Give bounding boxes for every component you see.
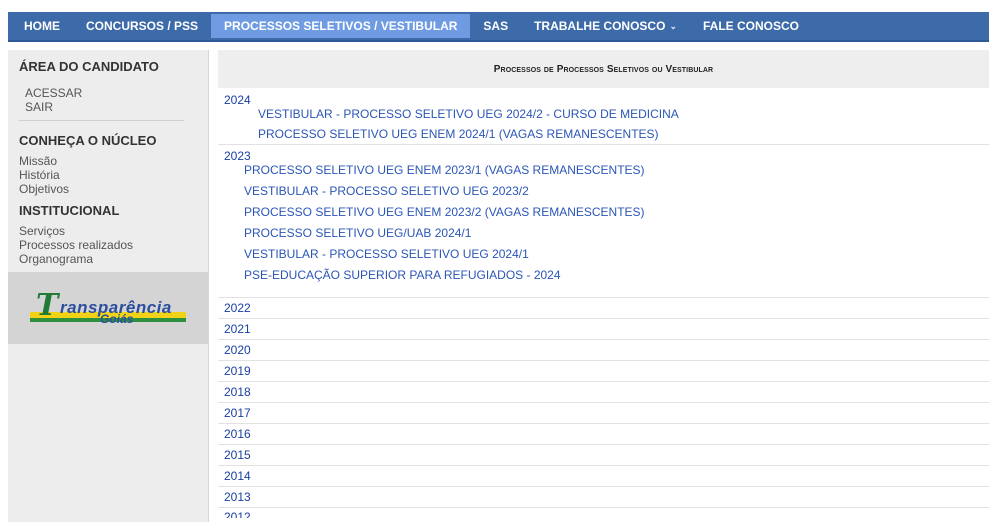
login-link[interactable]: ACESSAR (19, 86, 197, 100)
nav-home[interactable]: HOME (8, 12, 73, 40)
year-row-2014: 2014 (218, 466, 989, 487)
year-link[interactable]: 2015 (218, 448, 251, 462)
year-link[interactable]: 2014 (218, 469, 251, 483)
nav-trabalhe-conosco[interactable]: TRABALHE CONOSCO ⌄ (521, 12, 690, 40)
process-link[interactable]: PROCESSO SELETIVO UEG ENEM 2023/2 (VAGAS… (218, 202, 989, 223)
chevron-down-icon: ⌄ (669, 20, 677, 31)
year-block-2023: 2023 PROCESSO SELETIVO UEG ENEM 2023/1 (… (218, 145, 989, 298)
year-row-2017: 2017 (218, 403, 989, 424)
missao-link[interactable]: Missão (19, 154, 197, 168)
page-title: Processos de Processos Seletivos ou Vest… (218, 50, 989, 88)
logo-word-goias: Goiás (100, 312, 134, 326)
institucional-title: INSTITUCIONAL (19, 203, 120, 218)
nav-fale-conosco[interactable]: FALE CONOSCO (690, 12, 812, 40)
sidebar: ÁREA DO CANDIDATO ACESSAR SAIR CONHEÇA O… (8, 50, 209, 522)
process-link[interactable]: VESTIBULAR - PROCESSO SELETIVO UEG 2024/… (218, 244, 989, 265)
year-link[interactable]: 2022 (218, 301, 251, 315)
year-link[interactable]: 2019 (218, 364, 251, 378)
year-row-2020: 2020 (218, 340, 989, 361)
process-link[interactable]: PROCESSO SELETIVO UEG ENEM 2024/1 (VAGAS… (218, 124, 989, 144)
year-row-2016: 2016 (218, 424, 989, 445)
logout-link[interactable]: SAIR (19, 100, 197, 114)
year-link[interactable]: 2017 (218, 406, 251, 420)
nav-processos-label: PROCESSOS SELETIVOS / VESTIBULAR (224, 19, 458, 33)
year-link[interactable]: 2021 (218, 322, 251, 336)
nucleo-title: CONHEÇA O NÚCLEO (19, 133, 157, 148)
year-row-2022: 2022 (218, 298, 989, 319)
processos-realizados-link[interactable]: Processos realizados (19, 238, 197, 252)
year-link[interactable]: 2016 (218, 427, 251, 441)
year-row-2013: 2013 (218, 487, 989, 508)
objetivos-link[interactable]: Objetivos (19, 182, 197, 196)
process-link[interactable]: PSE-EDUCAÇÃO SUPERIOR PARA REFUGIADOS - … (218, 265, 989, 286)
transparencia-goias-logo[interactable]: T ransparência Goiás (30, 286, 186, 330)
process-link[interactable]: PROCESSO SELETIVO UEG ENEM 2023/1 (VAGAS… (218, 160, 989, 181)
year-row-2018: 2018 (218, 382, 989, 403)
historia-link[interactable]: História (19, 168, 197, 182)
year-link[interactable]: 2012 (218, 510, 251, 518)
year-row-2012: 2012 (218, 508, 989, 518)
year-link[interactable]: 2018 (218, 385, 251, 399)
nav-processos-seletivos[interactable]: PROCESSOS SELETIVOS / VESTIBULAR (211, 14, 471, 38)
main-content: Processos de Processos Seletivos ou Vest… (218, 50, 989, 518)
transparencia-banner-area: T ransparência Goiás (8, 272, 208, 344)
process-link[interactable]: PROCESSO SELETIVO UEG/UAB 2024/1 (218, 223, 989, 244)
servicos-link[interactable]: Serviços (19, 224, 197, 238)
logo-letter: T (36, 288, 59, 323)
nav-concursos-pss[interactable]: CONCURSOS / PSS (73, 12, 211, 40)
year-link[interactable]: 2020 (218, 343, 251, 357)
organograma-link[interactable]: Organograma (19, 252, 197, 266)
year-row-2015: 2015 (218, 445, 989, 466)
nav-sas[interactable]: SAS (470, 12, 521, 40)
nav-trabalhe-label: TRABALHE CONOSCO (534, 19, 666, 33)
process-link[interactable]: VESTIBULAR - PROCESSO SELETIVO UEG 2024/… (218, 104, 989, 124)
candidate-area-title: ÁREA DO CANDIDATO (19, 59, 159, 74)
year-link[interactable]: 2013 (218, 490, 251, 504)
year-block-2024: 2024 VESTIBULAR - PROCESSO SELETIVO UEG … (218, 88, 989, 145)
year-row-2019: 2019 (218, 361, 989, 382)
nav-sas-label: SAS (483, 19, 509, 33)
process-link[interactable]: VESTIBULAR - PROCESSO SELETIVO UEG 2023/… (218, 181, 989, 202)
nav-concursos-label: CONCURSOS / PSS (86, 19, 199, 33)
top-nav-bar: HOME CONCURSOS / PSS PROCESSOS SELETIVOS… (8, 12, 989, 42)
nav-fale-label: FALE CONOSCO (702, 19, 799, 33)
year-row-2021: 2021 (218, 319, 989, 340)
nav-home-label: HOME (24, 19, 60, 33)
